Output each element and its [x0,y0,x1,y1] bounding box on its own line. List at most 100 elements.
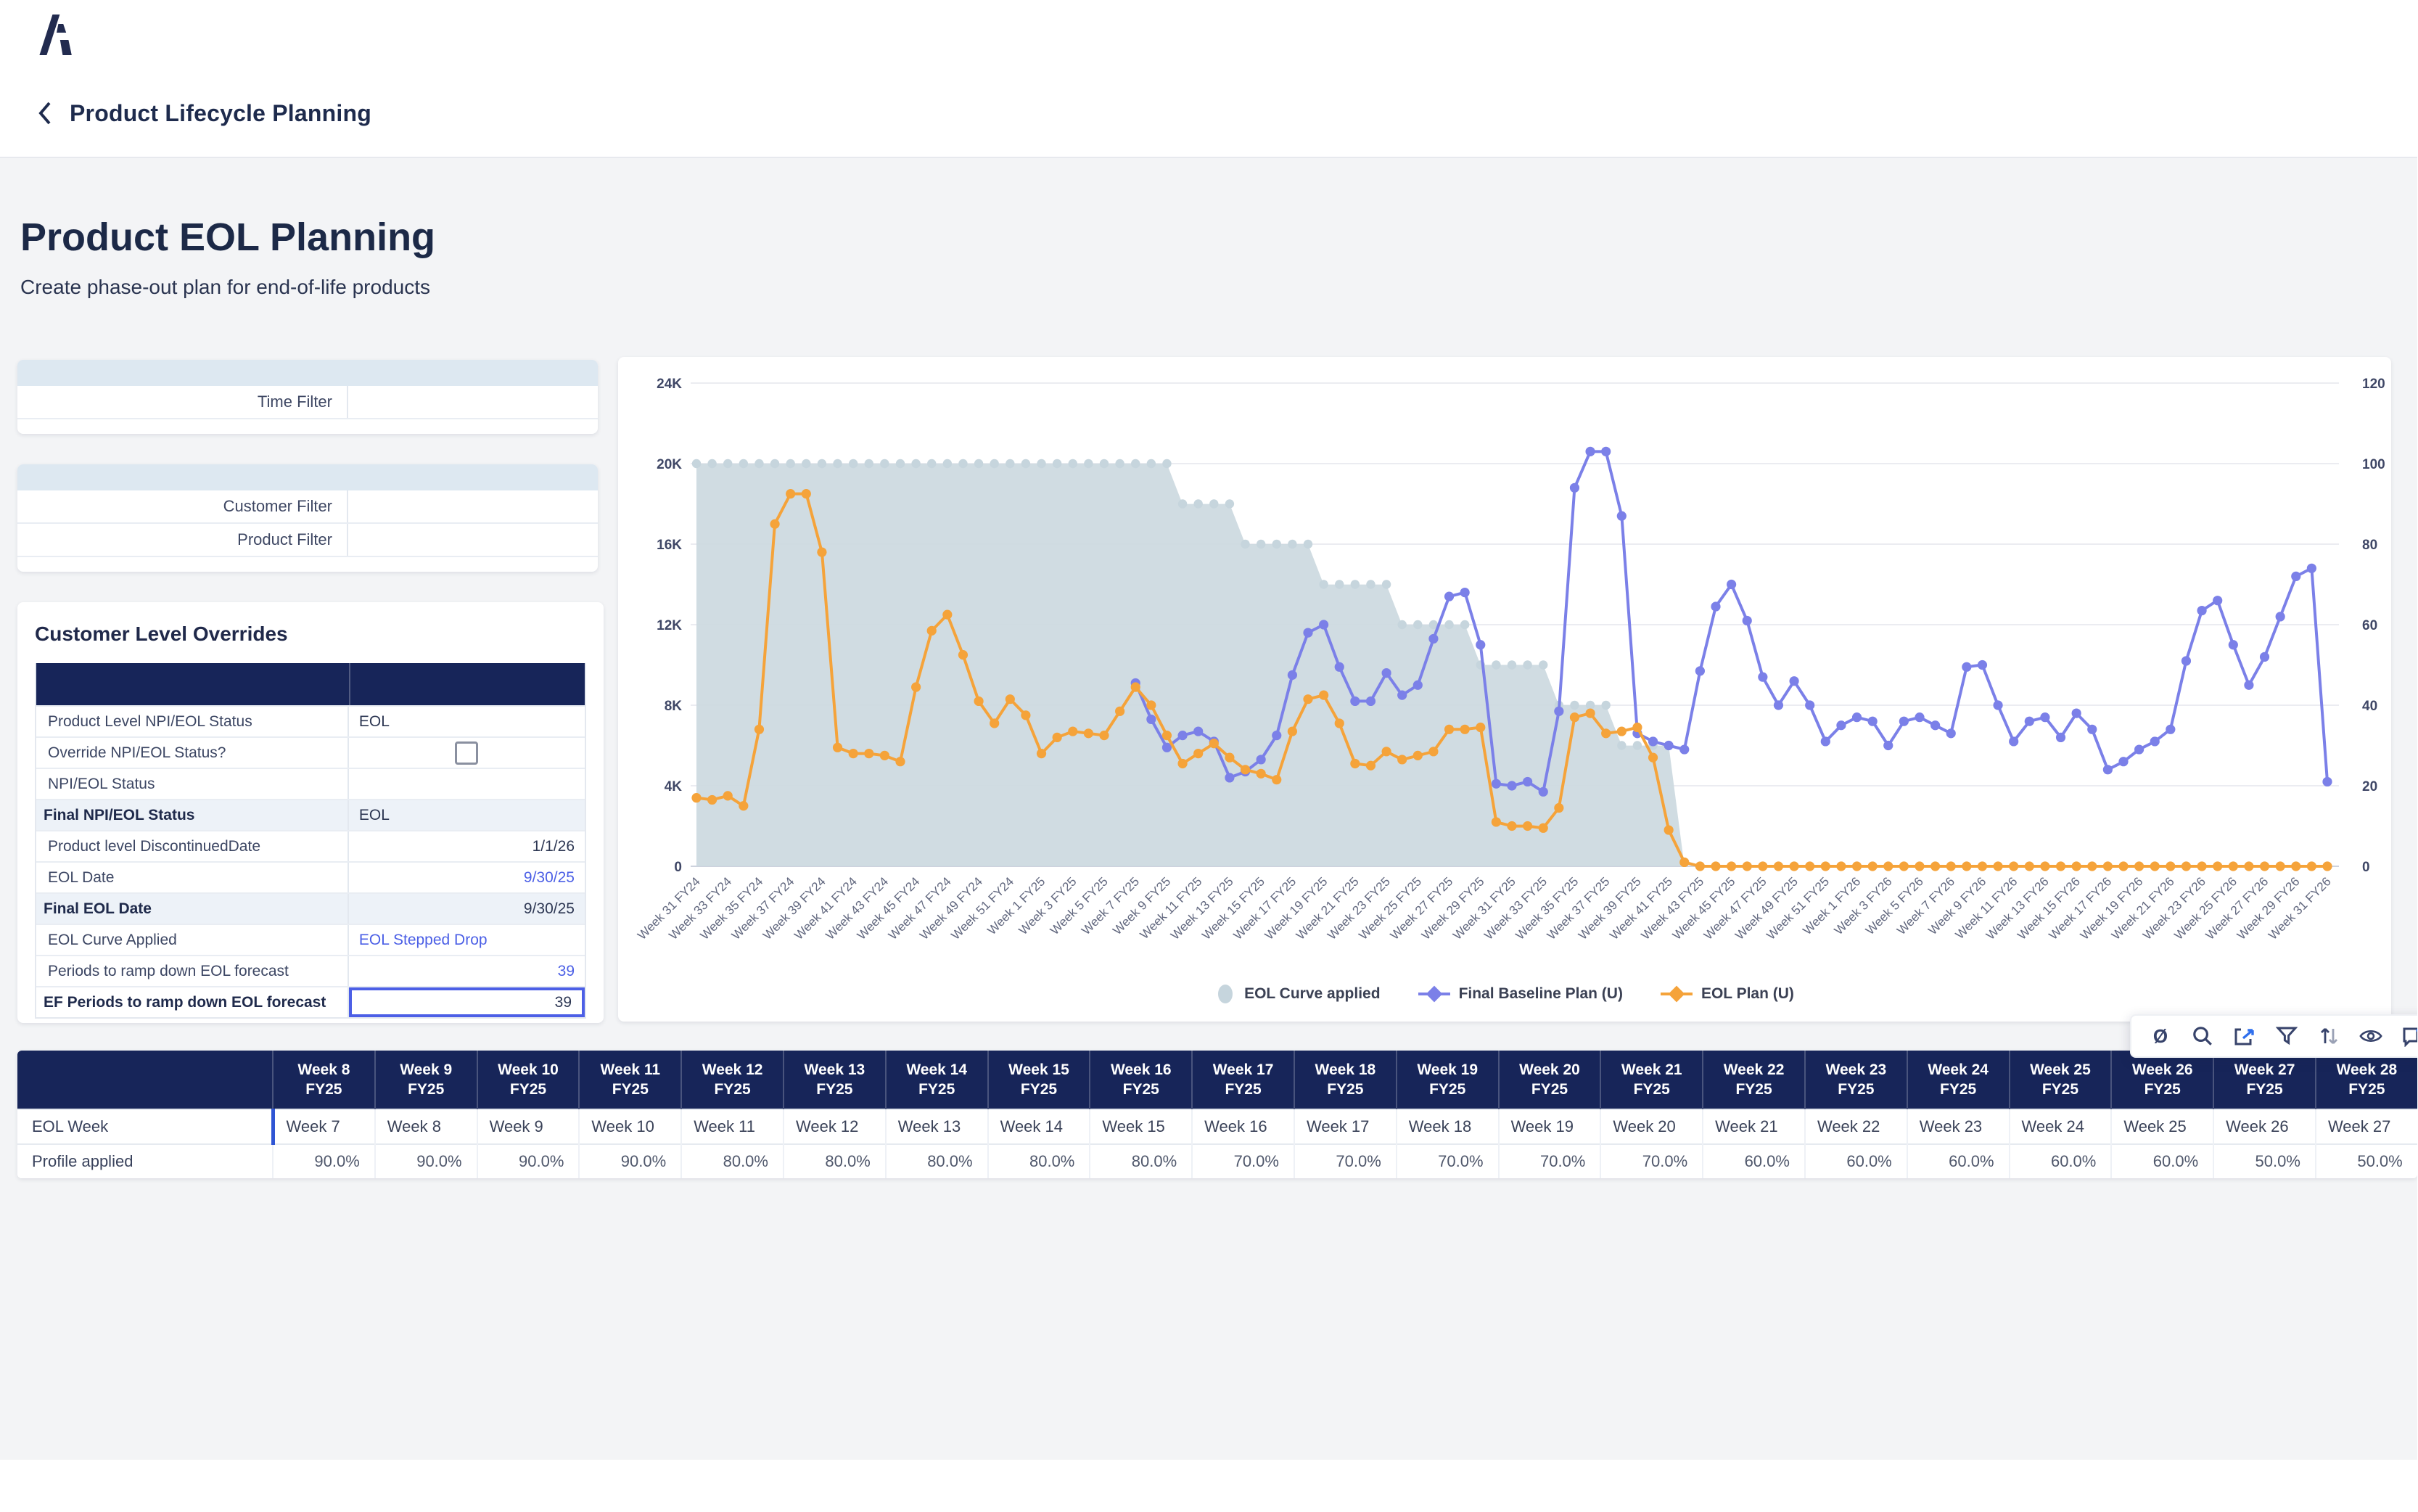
overrides-table-header [36,663,585,705]
profile-applied-cell[interactable]: 80.0% [681,1144,784,1178]
eol-week-cell[interactable]: Week 17 [1294,1109,1397,1144]
eol-week-cell[interactable]: Week 27 [2316,1109,2417,1144]
profile-applied-cell[interactable]: 60.0% [1805,1144,1907,1178]
eol-week-cell[interactable]: Week 18 [1397,1109,1499,1144]
add-comment-icon[interactable] [2401,1024,2417,1048]
eol-week-cell[interactable]: Week 16 [1192,1109,1294,1144]
eol-week-cell[interactable]: Week 22 [1805,1109,1907,1144]
profile-applied-cell[interactable]: 90.0% [579,1144,681,1178]
page-title: Product Lifecycle Planning [70,100,371,127]
override-row-value[interactable]: 9/30/25 [349,894,585,924]
customer-filter-value[interactable] [348,490,598,522]
override-row-value[interactable]: EOL [349,800,585,830]
eol-week-cell[interactable]: Week 25 [2111,1109,2213,1144]
eol-week-table-card: Week 8FY25Week 9FY25Week 10FY25Week 11FY… [17,1051,2417,1178]
week-column-header: Week 12FY25 [681,1051,784,1109]
back-chevron-icon[interactable] [32,100,58,126]
profile-applied-cell[interactable]: 90.0% [477,1144,580,1178]
legend-label: Final Baseline Plan (U) [1459,985,1623,1003]
profile-applied-cell[interactable]: 80.0% [886,1144,988,1178]
week-column-header: Week 17FY25 [1192,1051,1294,1109]
week-column-header: Week 10FY25 [477,1051,580,1109]
eol-week-cell[interactable]: Week 10 [579,1109,681,1144]
profile-applied-cell[interactable]: 60.0% [2010,1144,2112,1178]
profile-applied-cell[interactable]: 50.0% [2316,1144,2417,1178]
profile-applied-cell[interactable]: 60.0% [1907,1144,2010,1178]
eol-week-cell[interactable]: Week 13 [886,1109,988,1144]
override-row-value[interactable] [349,738,585,768]
product-filter-value[interactable] [348,524,598,556]
override-row-label: Final NPI/EOL Status [36,800,349,830]
profile-applied-cell[interactable]: 80.0% [784,1144,886,1178]
legend-item-1[interactable]: Final Baseline Plan (U) [1418,984,1623,1004]
legend-line-swatch [1418,984,1450,1004]
override-row: EF Periods to ramp down EOL forecast39 [36,986,585,1017]
eol-week-cell[interactable]: Week 7 [273,1109,375,1144]
week-column-header: Week 19FY25 [1397,1051,1499,1109]
svg-text:100: 100 [2362,457,2385,472]
profile-applied-cell[interactable]: 90.0% [375,1144,477,1178]
override-row: Final EOL Date9/30/25 [36,892,585,924]
svg-text:8K: 8K [665,699,683,714]
table-row: EOL WeekWeek 7Week 8Week 9Week 10Week 11… [17,1109,2417,1144]
svg-text:16K: 16K [657,538,682,553]
override-row-label: EOL Date [36,863,349,892]
customer-product-filter-card: Customer Filter Product Filter [17,464,598,572]
anaplan-logo[interactable] [38,15,73,61]
week-column-header: Week 21FY25 [1600,1051,1703,1109]
hide-zeros-icon[interactable]: Ø [2149,1024,2172,1048]
override-row: Override NPI/EOL Status? [36,736,585,768]
week-column-header: Week 9FY25 [375,1051,477,1109]
eol-week-cell[interactable]: Week 20 [1600,1109,1703,1144]
eol-week-cell[interactable]: Week 11 [681,1109,784,1144]
override-row-value[interactable]: 39 [349,956,585,986]
override-row-value[interactable]: EOL Stepped Drop [349,925,585,955]
profile-applied-cell[interactable]: 70.0% [1192,1144,1294,1178]
override-row-value[interactable]: 9/30/25 [349,863,585,892]
time-filter-value[interactable] [348,386,598,418]
open-link-icon[interactable] [2233,1024,2256,1048]
grid-toolbar: Ø ⋯ [2130,1014,2417,1058]
week-column-header: Week 11FY25 [579,1051,681,1109]
svg-text:0: 0 [674,860,682,875]
filter-card-header [17,464,598,490]
profile-applied-cell[interactable]: 60.0% [1703,1144,1805,1178]
eol-week-cell[interactable]: Week 19 [1499,1109,1601,1144]
legend-item-0[interactable]: EOL Curve applied [1215,982,1381,1006]
eol-week-cell[interactable]: Week 8 [375,1109,477,1144]
override-row-value[interactable]: 39 [349,987,585,1017]
search-icon[interactable] [2191,1024,2214,1048]
eol-week-cell[interactable]: Week 14 [988,1109,1090,1144]
eol-week-cell[interactable]: Week 9 [477,1109,580,1144]
profile-applied-cell[interactable]: 70.0% [1499,1144,1601,1178]
profile-applied-cell[interactable]: 70.0% [1294,1144,1397,1178]
eol-week-cell[interactable]: Week 21 [1703,1109,1805,1144]
profile-applied-cell[interactable]: 90.0% [273,1144,375,1178]
eol-week-cell[interactable]: Week 12 [784,1109,886,1144]
overrides-table: Product Level NPI/EOL StatusEOLOverride … [35,663,586,1019]
week-column-header: Week 13FY25 [784,1051,886,1109]
profile-applied-cell[interactable]: 80.0% [988,1144,1090,1178]
show-hide-icon[interactable] [2359,1024,2382,1048]
override-row: Product Level NPI/EOL StatusEOL [36,705,585,736]
override-row: Periods to ramp down EOL forecast39 [36,955,585,986]
override-checkbox[interactable] [455,741,478,765]
eol-week-cell[interactable]: Week 15 [1090,1109,1192,1144]
eol-week-cell[interactable]: Week 24 [2010,1109,2112,1144]
profile-applied-cell[interactable]: 60.0% [2111,1144,2213,1178]
override-row-value[interactable]: 1/1/26 [349,831,585,861]
sort-icon[interactable] [2317,1024,2340,1048]
legend-item-2[interactable]: EOL Plan (U) [1661,984,1794,1004]
override-row: EOL Curve AppliedEOL Stepped Drop [36,924,585,955]
override-row-value[interactable] [349,769,585,799]
svg-text:4K: 4K [665,779,683,794]
filter-icon[interactable] [2275,1024,2298,1048]
override-row-value[interactable]: EOL [349,707,585,736]
legend-line-swatch [1661,984,1693,1004]
eol-week-cell[interactable]: Week 23 [1907,1109,2010,1144]
profile-applied-cell[interactable]: 80.0% [1090,1144,1192,1178]
profile-applied-cell[interactable]: 70.0% [1600,1144,1703,1178]
profile-applied-cell[interactable]: 50.0% [2213,1144,2316,1178]
profile-applied-cell[interactable]: 70.0% [1397,1144,1499,1178]
eol-week-cell[interactable]: Week 26 [2213,1109,2316,1144]
